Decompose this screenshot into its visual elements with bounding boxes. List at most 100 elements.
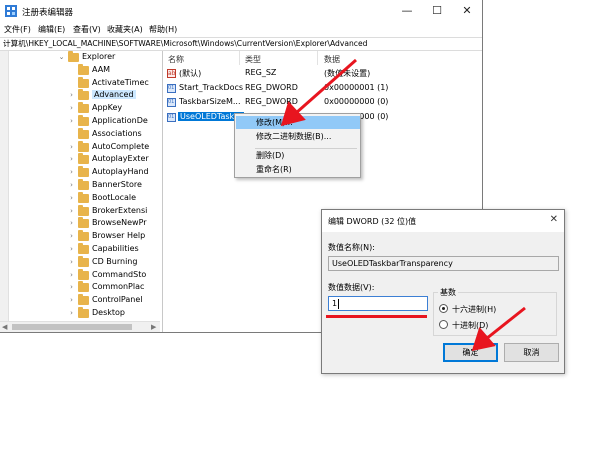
tree-item[interactable]: › AppKey bbox=[0, 102, 160, 115]
tree-expand-icon[interactable]: › bbox=[68, 105, 75, 112]
address-bar[interactable]: 计算机\HKEY_LOCAL_MACHINE\SOFTWARE\Microsof… bbox=[0, 37, 482, 51]
cancel-button[interactable]: 取消 bbox=[504, 343, 559, 362]
tree-item[interactable]: › Advanced bbox=[0, 89, 160, 102]
scroll-right-icon[interactable]: ▶ bbox=[151, 323, 156, 331]
tree-expand-icon[interactable]: › bbox=[68, 156, 75, 163]
radio-unselected-icon[interactable] bbox=[439, 320, 448, 329]
close-button[interactable]: ✕ bbox=[452, 0, 482, 22]
folder-icon bbox=[78, 140, 89, 152]
menu-favorites[interactable]: 收藏夹(A) bbox=[107, 24, 143, 35]
tree-expand-icon[interactable]: › bbox=[68, 246, 75, 253]
tree-item-label: AutoComplete bbox=[92, 141, 150, 151]
tree-item-label: BrokerExtensi bbox=[92, 205, 148, 215]
tree-item[interactable]: › Desktop bbox=[0, 307, 160, 320]
column-divider[interactable] bbox=[239, 51, 240, 65]
value-data: (数值未设置) bbox=[324, 69, 371, 78]
tree-expand-icon[interactable]: › bbox=[68, 271, 75, 279]
dword-value-icon: 011 bbox=[167, 83, 176, 93]
tree-item-label: CommonPlac bbox=[92, 282, 145, 292]
column-header-name[interactable]: 名称 bbox=[168, 54, 184, 65]
column-header-type[interactable]: 类型 bbox=[245, 54, 261, 65]
tree-item-label: AutoplayExter bbox=[92, 154, 149, 164]
radio-selected-icon[interactable] bbox=[439, 304, 448, 313]
menu-edit[interactable]: 编辑(E) bbox=[38, 24, 65, 35]
value-type: REG_DWORD bbox=[245, 82, 298, 92]
tree-expand-icon[interactable]: › bbox=[68, 182, 75, 189]
tree-item[interactable]: › BannerStore bbox=[0, 179, 160, 192]
tree-item-label: ActivateTimec bbox=[92, 77, 149, 87]
tree-item[interactable]: › Capabilities bbox=[0, 243, 160, 256]
tree-expand-icon[interactable]: › bbox=[68, 169, 75, 176]
tree-expand-icon[interactable]: › bbox=[68, 310, 75, 317]
tree-collapse-icon[interactable]: ⌄ bbox=[58, 54, 65, 61]
tree-expand-icon[interactable]: › bbox=[68, 118, 75, 125]
menu-item-rename[interactable]: 重命名(R) bbox=[236, 163, 360, 176]
tree-item-label: AAM bbox=[92, 64, 111, 74]
tree-item[interactable]: › CommandSto bbox=[0, 268, 160, 282]
tree-item[interactable]: › Browser Help bbox=[0, 230, 160, 243]
context-menu: 修改(M)... 修改二进制数据(B)... 删除(D) 重命名(R) bbox=[234, 113, 361, 178]
tree-item[interactable]: › CD Burning bbox=[0, 255, 160, 269]
folder-icon bbox=[78, 255, 89, 267]
tree-item[interactable]: ActivateTimec bbox=[0, 76, 160, 90]
folder-icon bbox=[78, 153, 89, 165]
column-header-data[interactable]: 数据 bbox=[324, 54, 340, 65]
value-name-field[interactable]: UseOLEDTaskbarTransparency bbox=[328, 256, 559, 271]
folder-icon bbox=[78, 191, 89, 203]
dialog-title-bar: 编辑 DWORD (32 位)值 ✕ bbox=[322, 210, 564, 232]
column-divider[interactable] bbox=[317, 51, 318, 65]
tree-item[interactable]: › CommonPlac bbox=[0, 281, 160, 294]
value-data-field[interactable]: 1 bbox=[328, 296, 428, 311]
tree-item[interactable]: ⌄ Explorer bbox=[0, 51, 160, 64]
tree-expand-icon[interactable]: › bbox=[68, 297, 75, 304]
tree-item-label: ControlPanel bbox=[92, 295, 143, 305]
tree-item[interactable]: › BrokerExtensi bbox=[0, 204, 160, 218]
folder-icon bbox=[78, 179, 89, 190]
tree-item[interactable]: Associations bbox=[0, 127, 160, 141]
tree-expand-icon[interactable]: › bbox=[68, 194, 75, 202]
tree-item-label: AppKey bbox=[92, 103, 123, 113]
tree-expand-icon[interactable]: › bbox=[68, 233, 75, 240]
registry-value-row[interactable]: ab (默认) REG_SZ (数值未设置) bbox=[167, 67, 467, 81]
tree-expand-icon[interactable]: › bbox=[68, 143, 75, 151]
menu-item-modify[interactable]: 修改(M)... bbox=[236, 116, 360, 129]
tree-expand-icon[interactable]: › bbox=[68, 207, 75, 215]
tree-item[interactable]: › AutoplayExter bbox=[0, 153, 160, 166]
radio-decimal-label: 十进制(D) bbox=[452, 321, 489, 330]
text-caret bbox=[338, 298, 340, 309]
tree-item[interactable]: › AutoComplete bbox=[0, 140, 160, 154]
tree-expand-icon[interactable]: › bbox=[68, 258, 75, 266]
menu-item-modify-binary[interactable]: 修改二进制数据(B)... bbox=[236, 130, 360, 143]
value-type: REG_SZ bbox=[245, 68, 277, 77]
scroll-left-icon[interactable]: ◀ bbox=[2, 323, 7, 331]
minimize-button[interactable]: — bbox=[392, 0, 422, 22]
ok-button[interactable]: 确定 bbox=[443, 343, 498, 362]
maximize-button[interactable]: ☐ bbox=[422, 0, 452, 22]
tree-item-label: AutoplayHand bbox=[92, 167, 149, 177]
tree-expand-icon[interactable]: › bbox=[68, 220, 75, 227]
scroll-thumb[interactable] bbox=[12, 324, 132, 330]
annotation-underline bbox=[326, 315, 427, 318]
menu-help[interactable]: 帮助(H) bbox=[149, 24, 177, 35]
tree-item-label: Associations bbox=[92, 128, 142, 138]
tree-item-label: BannerStore bbox=[92, 180, 142, 189]
dword-value-icon: 011 bbox=[167, 112, 176, 122]
registry-value-row[interactable]: 011Start_TrackDocsREG_DWORD 0x00000001 (1… bbox=[167, 82, 467, 96]
tree-expand-icon[interactable]: › bbox=[68, 284, 75, 291]
tree-horizontal-scrollbar[interactable]: ◀ ▶ bbox=[0, 321, 160, 332]
tree-item[interactable]: › ControlPanel bbox=[0, 294, 160, 307]
menu-file[interactable]: 文件(F) bbox=[4, 24, 31, 35]
menu-view[interactable]: 查看(V) bbox=[73, 24, 101, 35]
dialog-close-icon[interactable]: ✕ bbox=[550, 214, 558, 225]
tree-item[interactable]: › BrowseNewPr bbox=[0, 217, 160, 230]
tree-expand-icon[interactable]: › bbox=[68, 92, 75, 99]
folder-icon bbox=[78, 230, 89, 242]
registry-value-row[interactable]: 011TaskbarSizeM... REG_DWORD 0x00000000 (0… bbox=[167, 96, 467, 110]
tree-item-label: Advanced bbox=[92, 90, 136, 100]
menu-item-delete[interactable]: 删除(D) bbox=[236, 149, 360, 162]
tree-item[interactable]: AAM bbox=[0, 63, 160, 77]
tree-item[interactable]: › ApplicationDe bbox=[0, 115, 160, 128]
tree-item[interactable]: › AutoplayHand bbox=[0, 166, 160, 179]
tree-item[interactable]: › BootLocale bbox=[0, 191, 160, 205]
folder-icon bbox=[78, 217, 89, 229]
